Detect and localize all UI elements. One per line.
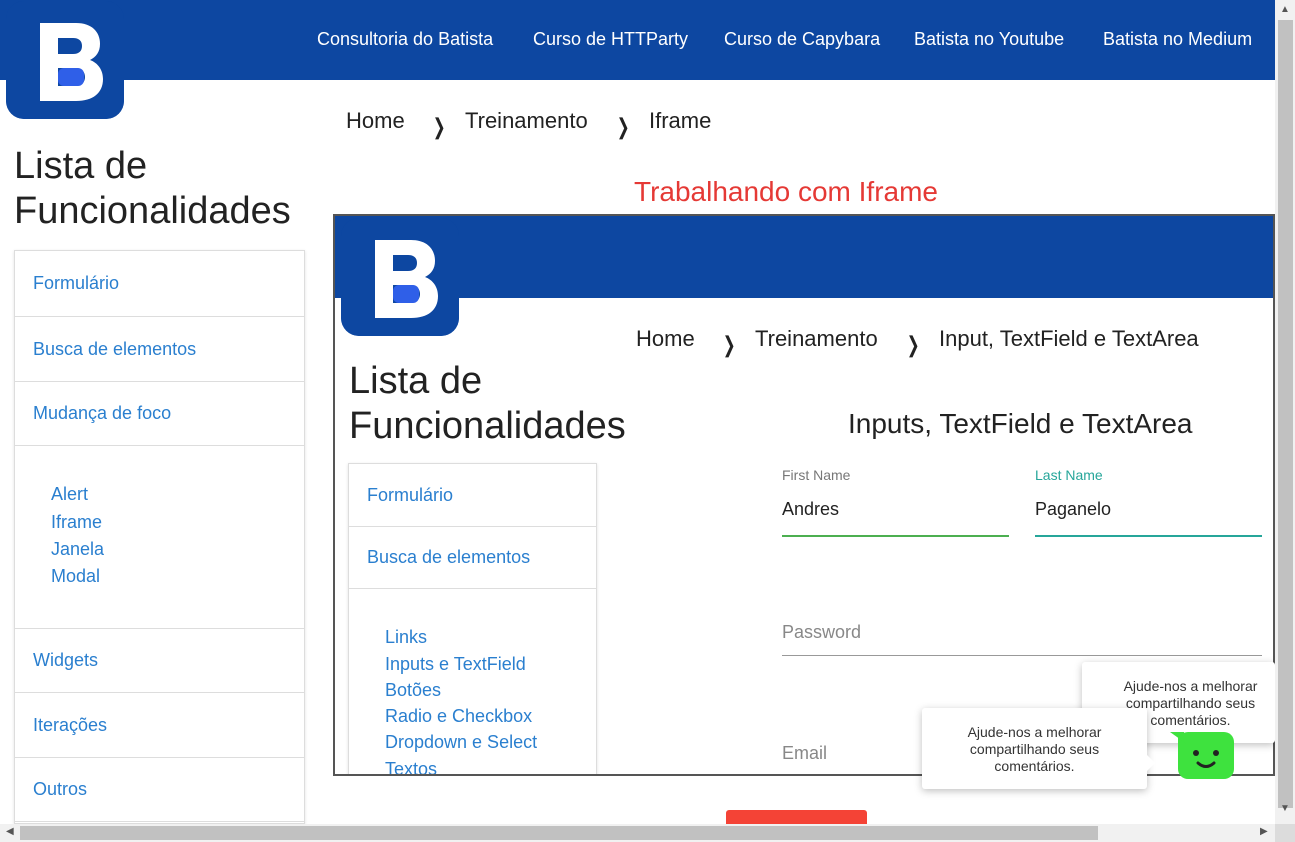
feedback-tooltip: Ajude-nos a melhorar compartilhando seus… [922, 708, 1147, 789]
sidebar-item-widgets[interactable]: Widgets [15, 629, 304, 693]
iframe-breadcrumb-home[interactable]: Home [636, 326, 695, 352]
sidebar-submenu [15, 446, 304, 629]
sidebar-title-line2: Funcionalidades [14, 190, 291, 232]
chevron-right-icon: ❯ [722, 332, 736, 357]
sidebar-item-busca[interactable]: Busca de elementos [15, 317, 304, 382]
logo-b-icon [341, 218, 459, 336]
sidebar-subitem-alert[interactable]: Alert [51, 484, 88, 505]
iframe-sidebar-menu: Formulário Busca de elementos Links Inpu… [348, 463, 597, 774]
first-name-input[interactable]: Andres [782, 499, 839, 520]
iframe-subitem-links[interactable]: Links [385, 627, 427, 648]
breadcrumb-treinamento[interactable]: Treinamento [465, 108, 588, 134]
nav-youtube-link[interactable]: Batista no Youtube [914, 29, 1064, 50]
iframe-navbar [335, 216, 1273, 298]
iframe-breadcrumb-current: Input, TextField e TextArea [939, 326, 1199, 351]
sidebar-subitem-iframe[interactable]: Iframe [51, 512, 102, 533]
iframe-sidebar-title: Lista de Funcionalidades [349, 359, 626, 449]
nav-medium-link[interactable]: Batista no Medium [1103, 29, 1252, 50]
tooltip-pointer [1146, 754, 1155, 772]
scroll-right-arrow-icon[interactable]: ▶ [1260, 826, 1268, 837]
iframe-subitem-inputs[interactable]: Inputs e TextField [385, 654, 526, 675]
iframe-sidebar-title-line1: Lista de [349, 360, 483, 402]
scroll-up-arrow-icon[interactable]: ▲ [1280, 4, 1290, 15]
submit-button[interactable] [726, 810, 867, 824]
iframe-sidebar-title-line2: Funcionalidades [349, 405, 626, 447]
first-name-label: First Name [782, 467, 851, 483]
chevron-right-icon: ❯ [906, 332, 920, 357]
sidebar-item-iteracoes[interactable]: Iterações [15, 693, 304, 758]
iframe-breadcrumb-treinamento[interactable]: Treinamento [755, 326, 878, 352]
sidebar-subitem-janela[interactable]: Janela [51, 539, 104, 560]
iframe-subitem-dropdown[interactable]: Dropdown e Select [385, 732, 537, 753]
iframe-form-title: Inputs, TextField e TextArea [848, 408, 1193, 439]
breadcrumb-iframe: Iframe [649, 108, 712, 133]
breadcrumb-home[interactable]: Home [346, 108, 405, 134]
scroll-down-arrow-icon[interactable]: ▼ [1280, 803, 1290, 814]
iframe-subitem-radio[interactable]: Radio e Checkbox [385, 706, 532, 727]
chevron-right-icon: ❯ [432, 114, 446, 139]
iframe-subitem-botoes[interactable]: Botões [385, 680, 441, 701]
scrollbar-corner [1275, 824, 1295, 842]
sidebar-menu: Formulário Busca de elementos Mudança de… [14, 250, 305, 824]
email-input[interactable]: Email [782, 743, 827, 764]
horizontal-scrollbar-thumb[interactable] [20, 826, 1098, 840]
nav-consultoria-link[interactable]: Consultoria do Batista [317, 29, 493, 50]
nav-capybara-link[interactable]: Curso de Capybara [724, 29, 880, 50]
first-name-underline [782, 535, 1009, 537]
sidebar-subitem-modal[interactable]: Modal [51, 566, 100, 587]
sidebar-title: Lista de Funcionalidades [14, 144, 291, 234]
page-title: Trabalhando com Iframe [634, 176, 938, 207]
password-underline [782, 655, 1262, 656]
sidebar-item-mudanca-foco[interactable]: Mudança de foco [15, 382, 304, 446]
iframe-subitem-textos[interactable]: Textos [385, 759, 437, 774]
bot-tail [1170, 732, 1184, 742]
scroll-left-arrow-icon[interactable]: ◀ [6, 826, 14, 837]
vertical-scrollbar-thumb[interactable] [1278, 20, 1293, 808]
iframe-sidebar-item-busca[interactable]: Busca de elementos [349, 527, 596, 589]
nav-httparty-link[interactable]: Curso de HTTParty [533, 29, 688, 50]
chevron-right-icon: ❯ [616, 114, 630, 139]
iframe-logo[interactable] [341, 218, 459, 336]
iframe-sidebar-item-formulario[interactable]: Formulário [349, 464, 596, 527]
logo-b-icon [6, 1, 124, 119]
last-name-underline [1035, 535, 1262, 537]
sidebar-item-outros[interactable]: Outros [15, 758, 304, 822]
site-logo[interactable] [6, 1, 124, 119]
smiley-face-icon [1170, 730, 1219, 768]
password-input[interactable]: Password [782, 622, 861, 643]
feedback-bot-icon[interactable] [1170, 730, 1234, 779]
last-name-label: Last Name [1035, 467, 1103, 483]
last-name-input[interactable]: Paganelo [1035, 499, 1111, 520]
sidebar-title-line1: Lista de [14, 145, 148, 187]
sidebar-item-formulario[interactable]: Formulário [15, 251, 304, 317]
feedback-tooltip-text: Ajude-nos a melhorar compartilhando seus… [967, 724, 1102, 774]
